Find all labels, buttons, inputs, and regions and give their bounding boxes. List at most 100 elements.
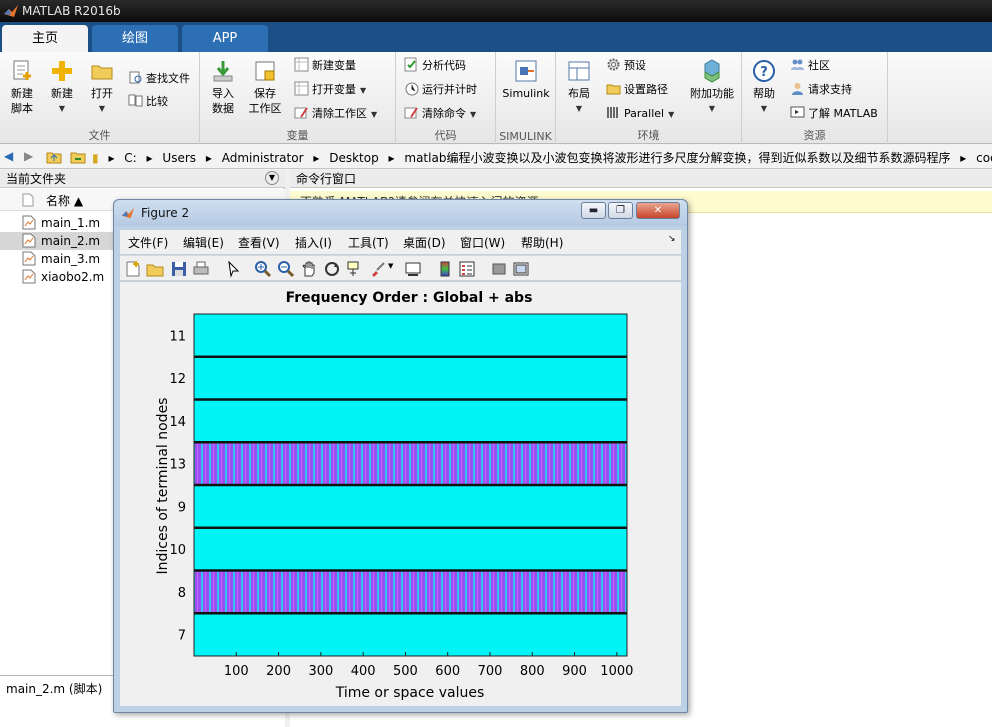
command-window-title: 命令行窗口	[296, 172, 357, 186]
x-tick-label: 500	[393, 664, 418, 679]
new-script-icon	[13, 60, 31, 80]
new-script-button[interactable]: 新建 脚本	[6, 58, 38, 116]
save-icon[interactable]	[170, 260, 188, 278]
parallel-button[interactable]: Parallel ▼	[606, 105, 674, 123]
x-tick-label: 100	[224, 664, 249, 679]
new-variable-icon	[294, 57, 309, 72]
tab-home[interactable]: 主页	[2, 25, 88, 52]
compare-button[interactable]: 比较	[128, 93, 168, 111]
clear-commands-button[interactable]: 清除命令 ▼	[404, 105, 476, 123]
matlab-logo-icon	[121, 207, 135, 219]
add-ons-icon	[704, 59, 720, 83]
minimize-button[interactable]: ▬	[581, 202, 606, 219]
back-icon[interactable]: ◀	[4, 149, 13, 163]
pointer-icon[interactable]	[224, 260, 242, 278]
menu-file[interactable]: 文件(F)	[128, 234, 168, 251]
rotate-icon[interactable]	[323, 260, 341, 278]
folder-open-icon	[91, 65, 113, 80]
heatmap-row-band	[194, 314, 627, 357]
file-type-column-icon	[22, 193, 34, 207]
menu-edit[interactable]: 编辑(E)	[183, 234, 224, 251]
save-workspace-button[interactable]: 保存 工作区	[246, 58, 284, 116]
print-icon[interactable]	[192, 260, 210, 278]
tab-apps[interactable]: APP	[182, 25, 268, 52]
breadcrumb-item[interactable]: Desktop	[329, 151, 379, 165]
maximize-button[interactable]: ❐	[608, 202, 633, 219]
forward-icon[interactable]: ▶	[24, 149, 33, 163]
tab-plots[interactable]: 绘图	[92, 25, 178, 52]
variable-group-label: 变量	[286, 129, 309, 142]
browse-folder-icon[interactable]	[70, 149, 86, 165]
run-time-icon	[405, 82, 419, 96]
preferences-button[interactable]: 预设	[606, 57, 646, 75]
chart-title: Frequency Order : Global + abs	[286, 290, 533, 306]
zoom-in-icon[interactable]	[254, 260, 272, 278]
brush-icon[interactable]	[369, 260, 387, 278]
heatmap-row-band	[194, 570, 627, 614]
help-button[interactable]: ? 帮助 ▼	[747, 58, 781, 116]
data-cursor-icon[interactable]	[346, 260, 364, 278]
figure-title: Figure 2	[141, 206, 190, 220]
x-tick-label: 400	[351, 664, 376, 679]
folder-icon	[606, 84, 621, 95]
import-data-button[interactable]: 导入 数据	[206, 58, 240, 116]
chevron-down-icon: ▼	[58, 104, 66, 113]
learn-matlab-button[interactable]: 了解 MATLAB	[790, 105, 878, 123]
set-path-button[interactable]: 设置路径	[606, 81, 668, 99]
close-button[interactable]: ✕	[636, 202, 680, 219]
analyze-code-button[interactable]: 分析代码	[404, 57, 466, 75]
layout-button[interactable]: 布局 ▼	[562, 58, 596, 116]
community-button[interactable]: 社区	[790, 57, 830, 75]
panel-menu-icon[interactable]: ▼	[265, 171, 279, 185]
menu-help[interactable]: 帮助(H)	[521, 234, 563, 251]
app-title: MATLAB R2016b	[22, 4, 121, 18]
show-tools-icon[interactable]	[512, 260, 530, 278]
chevron-down-icon: ▼	[668, 110, 675, 119]
breadcrumb-item[interactable]: Administrator	[222, 151, 304, 165]
breadcrumb-separator: ▸	[960, 151, 967, 165]
menu-window[interactable]: 窗口(W)	[460, 234, 505, 251]
open-variable-icon	[294, 81, 309, 96]
brush-dropdown-icon[interactable]: ▼	[388, 262, 393, 270]
colorbar-icon[interactable]	[436, 260, 454, 278]
open-icon[interactable]	[146, 260, 164, 278]
figure-window: Figure 2 ▬ ❐ ✕ 文件(F) 编辑(E) 查看(V) 插入(I) 工…	[113, 199, 688, 713]
link-icon[interactable]	[404, 260, 422, 278]
zoom-out-icon[interactable]	[277, 260, 295, 278]
y-tick-label: 13	[169, 458, 186, 473]
clear-commands-icon	[404, 107, 418, 119]
dock-arrow-icon[interactable]: ↘	[668, 234, 676, 244]
pan-icon[interactable]	[300, 260, 318, 278]
heatmap-row-band	[194, 485, 627, 528]
open-button[interactable]: 打开 ▼	[86, 58, 118, 116]
y-tick-label: 7	[178, 629, 186, 644]
menu-view[interactable]: 查看(V)	[238, 234, 280, 251]
y-tick-label: 9	[178, 500, 186, 515]
environment-group-label: 环境	[637, 129, 660, 142]
breadcrumb-item[interactable]: Users	[162, 151, 196, 165]
new-figure-icon[interactable]	[124, 260, 142, 278]
new-button[interactable]: 新建 ▼	[46, 58, 78, 116]
menu-tools[interactable]: 工具(T)	[348, 234, 389, 251]
run-and-time-button[interactable]: 运行并计时	[404, 81, 477, 99]
legend-icon[interactable]	[458, 260, 476, 278]
breadcrumb-item[interactable]: matlab编程小波变换以及小波包变换将波形进行多尺度分解变换，得到近似系数以及…	[404, 151, 950, 165]
find-files-button[interactable]: 查找文件	[128, 70, 190, 88]
open-variable-button[interactable]: 打开变量 ▼	[294, 81, 366, 99]
simulink-button[interactable]: Simulink	[499, 58, 553, 101]
request-support-button[interactable]: 请求支持	[790, 81, 852, 99]
hide-tools-icon[interactable]	[490, 260, 508, 278]
up-folder-icon[interactable]	[46, 149, 62, 165]
menu-desktop[interactable]: 桌面(D)	[403, 234, 446, 251]
chevron-down-icon: ▼	[371, 110, 378, 119]
breadcrumb-item[interactable]: code	[976, 151, 992, 165]
current-folder-title: 当前文件夹	[6, 172, 67, 186]
name-column-header[interactable]: 名称 ▲	[46, 192, 83, 209]
find-files-icon	[129, 71, 142, 84]
new-variable-button[interactable]: 新建变量	[294, 57, 356, 75]
heatmap-chart[interactable]: Frequency Order : Global + abs 11 12 14 13 9…	[120, 282, 681, 706]
add-ons-button[interactable]: 附加功能 ▼	[684, 58, 740, 116]
breadcrumb-item[interactable]: C:	[124, 151, 136, 165]
clear-workspace-button[interactable]: 清除工作区 ▼	[294, 105, 377, 123]
menu-insert[interactable]: 插入(I)	[295, 234, 332, 251]
